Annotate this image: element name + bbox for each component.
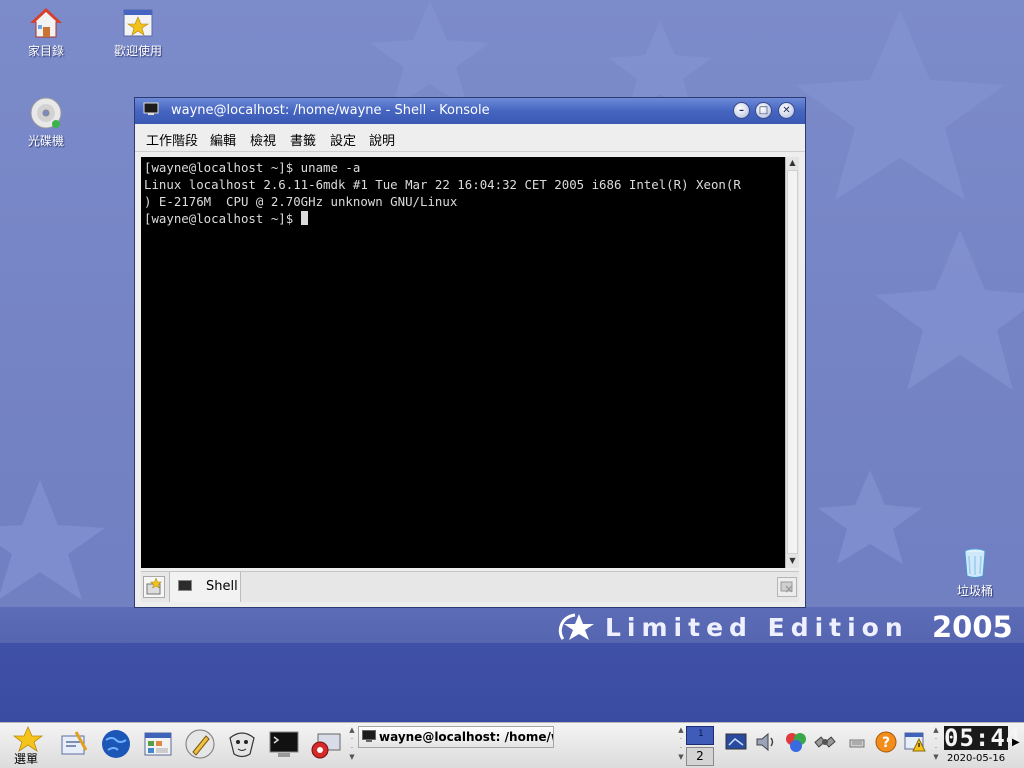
maximize-button[interactable]: □ — [755, 102, 772, 119]
start-menu-button[interactable]: 選單 — [4, 726, 50, 768]
session-tab-bar: Shell — [141, 571, 799, 602]
scroll-up-arrow-icon[interactable]: ▲ — [786, 157, 799, 169]
welcome-icon — [123, 9, 153, 37]
menu-view[interactable]: 檢視 — [250, 130, 276, 149]
mandriva-star-icon — [558, 613, 594, 640]
edition-year: 2005 — [932, 610, 1013, 644]
scroll-track[interactable] — [787, 170, 798, 554]
pager-desktop-2[interactable]: 2 — [686, 747, 714, 766]
pager-desktop-1[interactable]: 1 — [686, 726, 714, 745]
menu-bookmarks[interactable]: 書籤 — [290, 130, 316, 149]
window-title: wayne@localhost: /home/wayne - Shell - K… — [171, 103, 490, 118]
new-session-icon — [146, 577, 163, 595]
kicker-panel: 選單 ▲ · · ▼ wayne@localhost: /home/wa ▲ ·… — [0, 722, 1024, 768]
clock[interactable]: 05:44 2020-05-16 — [944, 724, 1022, 766]
control-center-icon[interactable] — [58, 728, 90, 760]
window-titlebar[interactable]: wayne@localhost: /home/wayne - Shell - K… — [135, 98, 805, 124]
clock-time: 05:44 — [944, 724, 1022, 752]
panel-grip[interactable]: ▲ · · ▼ — [678, 726, 684, 766]
desktop-icon-label: 光碟機 — [27, 134, 64, 148]
cdrom-icon — [30, 97, 62, 129]
home-icon — [30, 8, 62, 38]
update-icon[interactable] — [903, 730, 927, 754]
clock-date: 2020-05-16 — [946, 753, 1006, 764]
minimize-button[interactable]: – — [733, 102, 750, 119]
desktop-icon-trash[interactable]: 垃圾桶 — [937, 546, 1013, 599]
menu-settings[interactable]: 設定 — [330, 130, 356, 149]
svg-text:?: ? — [882, 735, 890, 751]
menu-help[interactable]: 說明 — [369, 130, 395, 149]
taskbar-konsole-button[interactable]: wayne@localhost: /home/wa — [358, 726, 554, 748]
browser-globe-icon[interactable] — [100, 728, 132, 760]
konsole-task-icon — [362, 730, 376, 742]
maximize-icon: □ — [758, 104, 769, 116]
help-icon[interactable]: ? — [874, 730, 898, 754]
desktop: Limited Edition 2005 家目錄 歡迎使用 光碟機 垃圾桶 wa… — [0, 0, 1024, 722]
terminal-icon[interactable] — [268, 728, 300, 760]
star-menu-icon — [13, 726, 43, 752]
start-menu-label: 選單 — [14, 752, 39, 766]
satellite-icon[interactable] — [813, 730, 837, 754]
terminal-prompt: [wayne@localhost ~]$ — [144, 211, 301, 226]
network-icon[interactable] — [784, 730, 808, 754]
close-button[interactable]: ✕ — [778, 102, 795, 119]
menu-edit[interactable]: 編輯 — [210, 130, 236, 149]
menu-bar: 工作階段 編輯 檢視 書籤 設定 說明 — [135, 125, 805, 152]
close-session-icon — [780, 581, 793, 593]
tab-shell[interactable]: Shell — [169, 572, 241, 602]
editor-icon[interactable] — [184, 728, 216, 760]
panel-grip[interactable]: ▲ · · ▼ — [933, 726, 939, 766]
display-icon[interactable] — [724, 730, 748, 754]
panel-hide-arrow-icon[interactable]: ▶ — [1012, 737, 1020, 748]
gimp-icon[interactable] — [226, 728, 258, 760]
desktop-icon-label: 家目錄 — [27, 44, 64, 58]
edition-text: Limited Edition — [605, 612, 909, 642]
new-session-button[interactable] — [143, 576, 165, 598]
vertical-scrollbar[interactable]: ▲ ▼ — [785, 157, 799, 568]
minimize-icon: – — [739, 104, 744, 116]
terminal-prompt-line: [wayne@localhost ~]$ — [144, 210, 785, 227]
terminal-line: ) E-2176M CPU @ 2.70GHz unknown GNU/Linu… — [144, 194, 458, 209]
desktop-icon-label: 垃圾桶 — [956, 584, 993, 598]
pager-desktop-1-label: 1 — [698, 729, 704, 739]
terminal-tab-icon — [178, 580, 192, 591]
volume-icon[interactable] — [754, 730, 778, 754]
desktop-icon-cdrom[interactable]: 光碟機 — [8, 96, 84, 149]
terminal-cursor — [300, 211, 308, 225]
office-icon[interactable] — [142, 728, 174, 760]
terminal-line: [wayne@localhost ~]$ uname -a — [144, 160, 361, 175]
edition-branding: Limited Edition — [555, 610, 909, 644]
panel-grip[interactable]: ▲ · · ▼ — [349, 726, 355, 766]
close-icon: ✕ — [782, 104, 791, 116]
close-session-button[interactable] — [777, 577, 797, 597]
desktop-icon-welcome[interactable]: 歡迎使用 — [100, 6, 176, 59]
konsole-monitor-icon — [143, 102, 159, 115]
taskbar-konsole-label: wayne@localhost: /home/wa — [379, 730, 554, 744]
trash-icon — [964, 548, 986, 578]
desktop-icon-label: 歡迎使用 — [113, 44, 162, 58]
keyboard-icon[interactable] — [845, 730, 869, 754]
scroll-down-arrow-icon[interactable]: ▼ — [786, 555, 799, 567]
desktop-pager[interactable]: 1 2 — [686, 726, 714, 766]
brand-band-lower — [0, 643, 1024, 722]
menu-session[interactable]: 工作階段 — [146, 130, 198, 149]
konsole-window[interactable]: wayne@localhost: /home/wayne - Shell - K… — [134, 97, 806, 608]
tool-icon[interactable] — [310, 728, 342, 760]
terminal-line: Linux localhost 2.6.11-6mdk #1 Tue Mar 2… — [144, 177, 741, 192]
desktop-icon-home[interactable]: 家目錄 — [8, 6, 84, 59]
terminal-output[interactable]: [wayne@localhost ~]$ uname -a Linux loca… — [141, 157, 785, 568]
tab-label: Shell — [206, 579, 238, 594]
